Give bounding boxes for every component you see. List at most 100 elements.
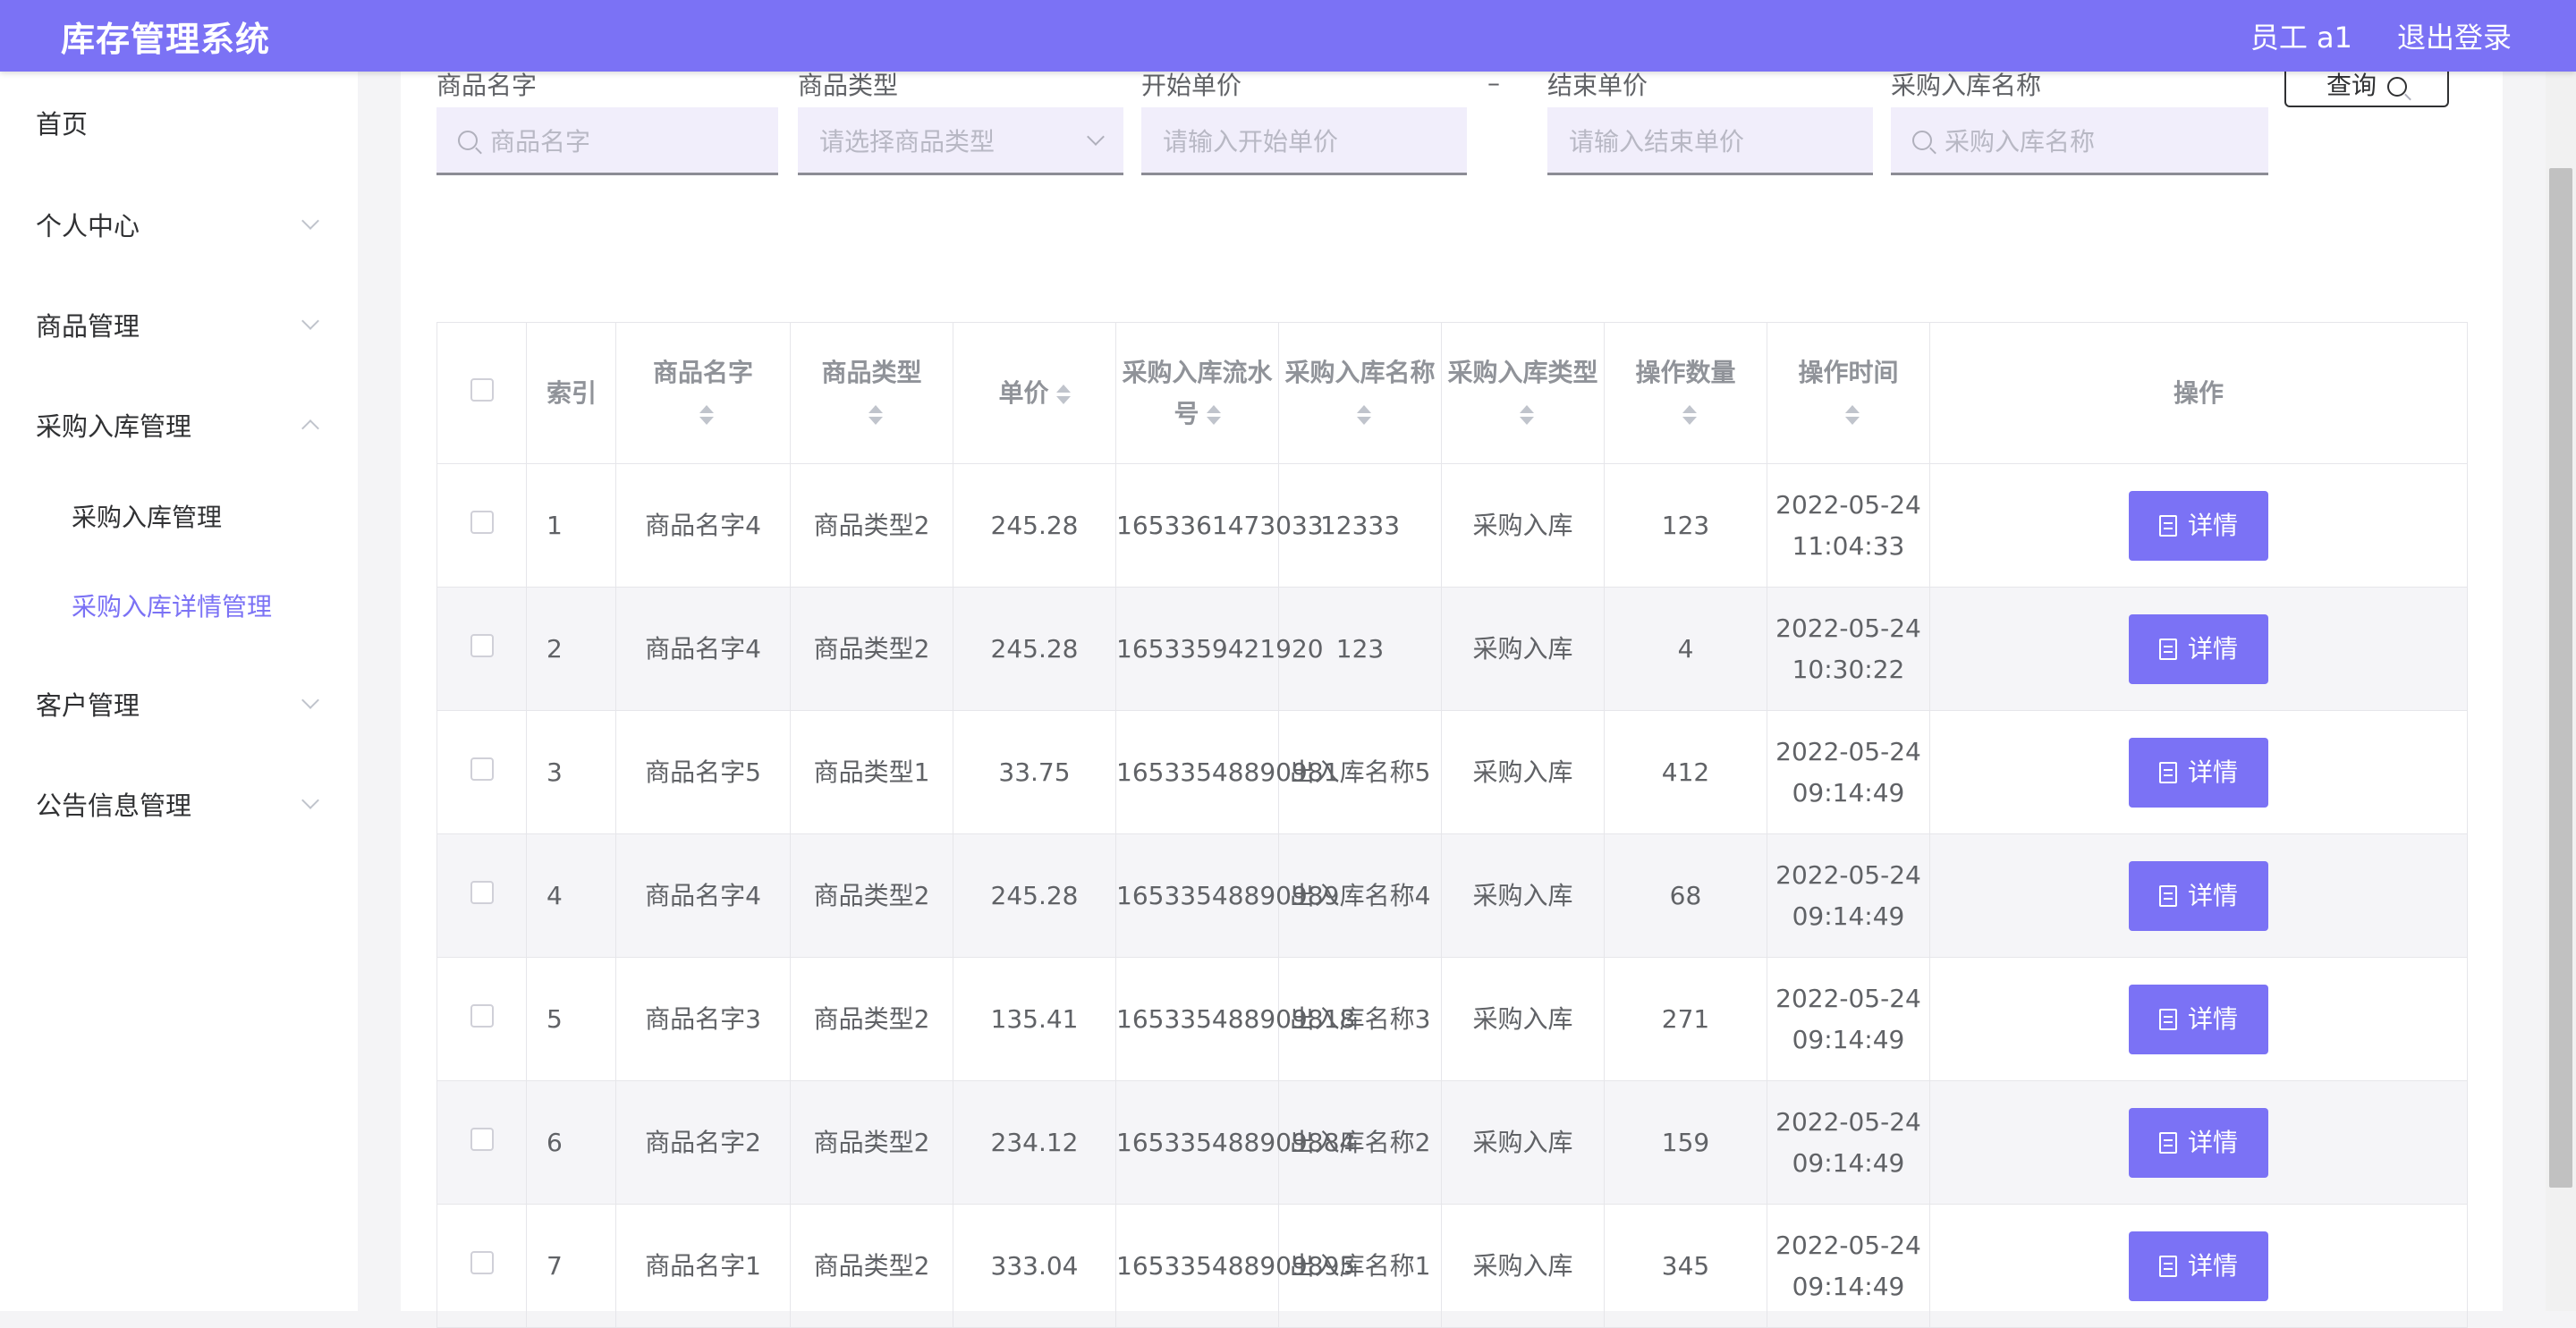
- row-select-cell: [436, 710, 527, 834]
- placeholder: 请输入结束单价: [1569, 126, 1745, 156]
- row-checkbox[interactable]: [470, 757, 494, 781]
- detail-button[interactable]: 详情: [2129, 490, 2268, 561]
- col-qty[interactable]: 操作数量: [1604, 322, 1767, 464]
- cell-in-name: 出入库名称4: [1278, 833, 1442, 958]
- detail-button[interactable]: 详情: [2129, 1107, 2268, 1178]
- sort-icon[interactable]: [1356, 404, 1371, 425]
- chevron-down-icon: [301, 791, 319, 809]
- header-actions: 员工 a1 退出登录: [2250, 15, 2512, 56]
- cell-name: 商品名字5: [615, 710, 791, 834]
- data-table: 索引 商品名字 商品类型 单价 采购入库流水号 采购入库名称 采购入库类型 操作…: [436, 322, 2468, 1328]
- detail-button[interactable]: 详情: [2129, 1231, 2268, 1301]
- table-row[interactable]: 3 商品名字5 商品类型1 33.75 16533548890981 出入库名称5 采购入库…: [436, 710, 2468, 834]
- cell-index: 1: [526, 463, 616, 588]
- filter-label-in-name: 采购入库名称: [1891, 71, 2042, 100]
- in-name-search-input[interactable]: 采购入库名称: [1891, 107, 2268, 175]
- table-row[interactable]: 4 商品名字4 商品类型2 245.28 16533548890989 出入库名称4 采购入…: [436, 833, 2468, 958]
- sidebar-item-label: 采购入库管理: [36, 411, 192, 442]
- sort-icon[interactable]: [699, 404, 714, 425]
- sort-icon[interactable]: [1519, 404, 1534, 425]
- cell-time: 2022-05-24 09:14:49: [1767, 1080, 1930, 1205]
- sidebar-item-label: 首页: [36, 109, 89, 140]
- logout-button[interactable]: 退出登录: [2397, 15, 2512, 56]
- sidebar-item-goods[interactable]: 商品管理: [0, 293, 358, 356]
- type-select[interactable]: 请选择商品类型: [798, 107, 1123, 175]
- placeholder: 商品名字: [490, 126, 591, 156]
- sort-icon[interactable]: [1206, 404, 1221, 425]
- sidebar-item-home[interactable]: 首页: [0, 91, 358, 154]
- select-all-cell: [436, 322, 527, 464]
- end-price-input[interactable]: 请输入结束单价: [1547, 107, 1873, 175]
- sidebar-subitem-purchase-in[interactable]: 采购入库管理: [0, 485, 358, 547]
- cell-price: 234.12: [953, 1080, 1116, 1205]
- current-user[interactable]: 员工 a1: [2250, 15, 2352, 56]
- detail-label: 详情: [2187, 757, 2238, 787]
- row-select-cell: [436, 587, 527, 711]
- col-index: 索引: [526, 322, 616, 464]
- vertical-scrollbar[interactable]: [2546, 72, 2576, 1311]
- col-label: 商品名字: [652, 357, 753, 387]
- col-name[interactable]: 商品名字: [615, 322, 791, 464]
- sort-icon[interactable]: [1055, 384, 1071, 404]
- row-checkbox[interactable]: [470, 1003, 494, 1028]
- sidebar-item-profile[interactable]: 个人中心: [0, 193, 358, 256]
- sidebar-item-customers[interactable]: 客户管理: [0, 672, 358, 735]
- col-price[interactable]: 单价: [953, 322, 1116, 464]
- sidebar-item-purchase-in[interactable]: 采购入库管理: [0, 393, 358, 456]
- col-in-type[interactable]: 采购入库类型: [1441, 322, 1605, 464]
- table-row[interactable]: 2 商品名字4 商品类型2 245.28 1653359421920 123 采购入库 4 20…: [436, 587, 2468, 711]
- sort-icon[interactable]: [1844, 404, 1860, 425]
- cell-price: 245.28: [953, 587, 1116, 711]
- document-icon: [2158, 514, 2177, 537]
- detail-button[interactable]: 详情: [2129, 860, 2268, 931]
- col-label: 采购入库流水号: [1122, 357, 1273, 428]
- row-checkbox[interactable]: [470, 1250, 494, 1274]
- col-label: 采购入库名称: [1284, 357, 1436, 387]
- filter-label-type: 商品类型: [798, 71, 899, 100]
- query-button[interactable]: 查询: [2284, 71, 2449, 107]
- cell-serial: 16533548890989: [1115, 833, 1339, 958]
- row-checkbox[interactable]: [470, 633, 494, 657]
- cell-price: 333.04: [953, 1204, 1116, 1328]
- sidebar-subitem-purchase-in-detail[interactable]: 采购入库详情管理: [0, 574, 358, 637]
- sort-icon[interactable]: [868, 404, 883, 425]
- chevron-up-icon: [301, 419, 319, 437]
- col-label: 商品类型: [821, 357, 922, 387]
- cell-type: 商品类型1: [790, 710, 953, 834]
- row-checkbox[interactable]: [470, 510, 494, 534]
- scrollbar-thumb[interactable]: [2549, 168, 2572, 1188]
- col-serial[interactable]: 采购入库流水号: [1115, 322, 1279, 464]
- col-type[interactable]: 商品类型: [790, 322, 953, 464]
- col-label: 操作数量: [1635, 357, 1736, 387]
- sidebar-item-label: 商品管理: [36, 311, 140, 342]
- cell-price: 33.75: [953, 710, 1116, 834]
- start-price-input[interactable]: 请输入开始单价: [1141, 107, 1467, 175]
- detail-button[interactable]: 详情: [2129, 984, 2268, 1054]
- name-search-input[interactable]: 商品名字: [436, 107, 778, 175]
- detail-button[interactable]: 详情: [2129, 737, 2268, 808]
- table-row[interactable]: 5 商品名字3 商品类型2 135.41 165335488909818 出入库名称3 采购…: [436, 957, 2468, 1081]
- sort-icon[interactable]: [1682, 404, 1697, 425]
- table-row[interactable]: 7 商品名字1 商品类型2 333.04 165335488909895 出入库名称1 采购…: [436, 1204, 2468, 1328]
- detail-button[interactable]: 详情: [2129, 613, 2268, 684]
- row-select-cell: [436, 833, 527, 958]
- table-row[interactable]: 1 商品名字4 商品类型2 245.28 1653361473033 12333 采购入库 1…: [436, 463, 2468, 588]
- cell-type: 商品类型2: [790, 587, 953, 711]
- cell-in-name: 出入库名称5: [1278, 710, 1442, 834]
- col-in-name[interactable]: 采购入库名称: [1278, 322, 1442, 464]
- sidebar-item-notices[interactable]: 公告信息管理: [0, 773, 358, 835]
- cell-price: 245.28: [953, 463, 1116, 588]
- document-icon: [2158, 1131, 2177, 1154]
- col-label: 操作时间: [1798, 357, 1899, 387]
- cell-type: 商品类型2: [790, 463, 953, 588]
- row-checkbox[interactable]: [470, 1127, 494, 1151]
- select-all-checkbox[interactable]: [470, 377, 494, 402]
- table-row[interactable]: 6 商品名字2 商品类型2 234.12 165335488909884 出入库名称2 采购…: [436, 1080, 2468, 1205]
- sidebar-item-label: 采购入库管理: [72, 503, 223, 532]
- col-time[interactable]: 操作时间: [1767, 322, 1930, 464]
- row-select-cell: [436, 1204, 527, 1328]
- cell-in-type: 采购入库: [1441, 1080, 1605, 1205]
- search-icon: [1912, 130, 1932, 150]
- cell-time: 2022-05-24 11:04:33: [1767, 463, 1930, 588]
- row-checkbox[interactable]: [470, 880, 494, 904]
